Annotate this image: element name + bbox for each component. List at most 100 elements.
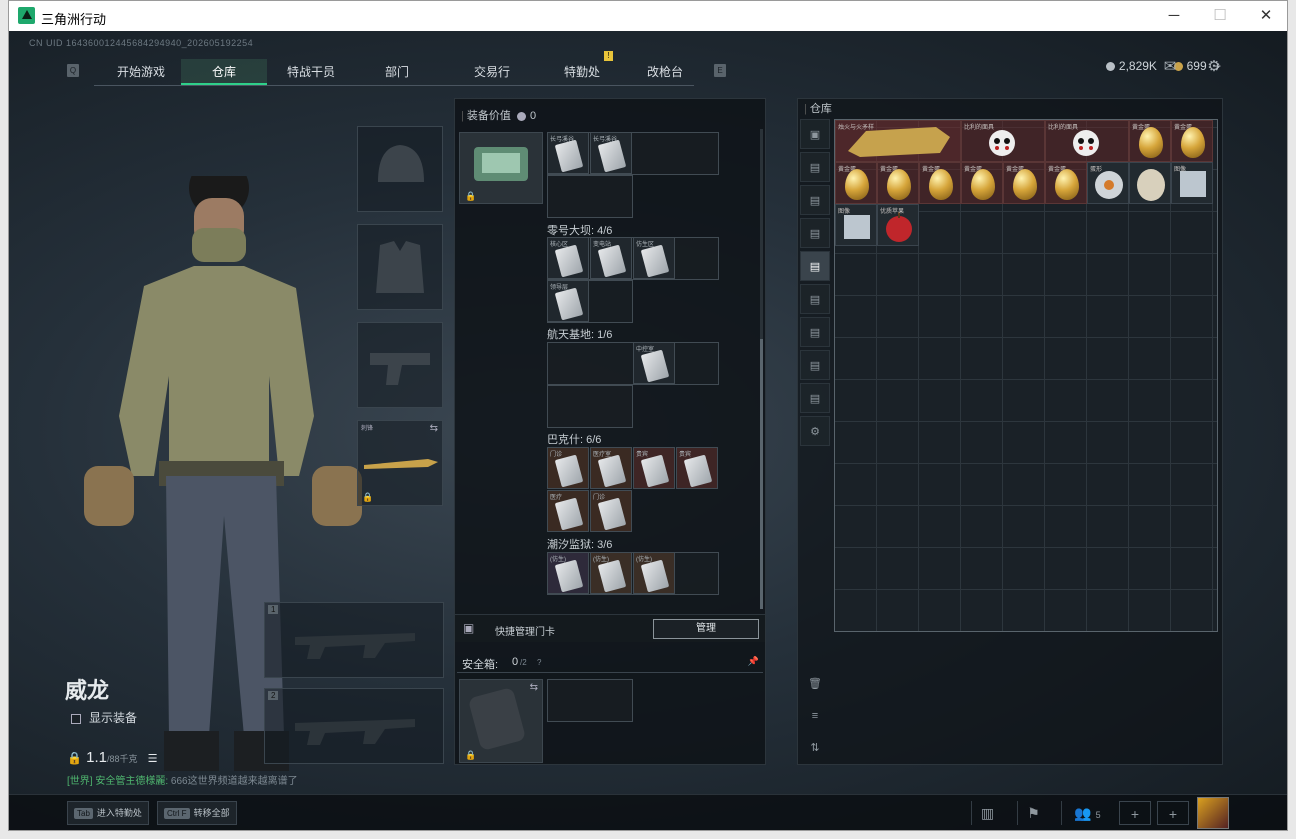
- stash-item[interactable]: 黄金蛋: [961, 162, 1003, 204]
- keycard-item[interactable]: 中控室: [633, 342, 675, 384]
- stash-tab-2[interactable]: ▤: [800, 152, 830, 182]
- keycard-item[interactable]: 长弓溪谷: [590, 132, 632, 174]
- close-button[interactable]: ✕: [1243, 1, 1287, 31]
- ctrl-f-key-hint: Ctrl F: [164, 808, 190, 819]
- map-name: 零号大坝: [547, 225, 591, 237]
- stash-item[interactable]: 黄金蛋: [1171, 120, 1213, 162]
- sort-icon[interactable]: ⇅: [800, 733, 830, 763]
- pin-icon[interactable]: 📌: [748, 656, 759, 667]
- keycard-item[interactable]: 长弓溪谷: [547, 132, 589, 174]
- keycard-item[interactable]: 仿生区: [633, 237, 675, 279]
- keycard-item[interactable]: (仿生): [633, 552, 675, 594]
- stash-tab-4[interactable]: ▤: [800, 218, 830, 248]
- list-icon[interactable]: ☰: [148, 753, 158, 765]
- help-icon[interactable]: ?: [537, 658, 541, 667]
- card-label: (仿生): [593, 557, 609, 563]
- keycard-item[interactable]: 贵宾: [676, 447, 718, 489]
- layers-icon[interactable]: ≡: [800, 701, 830, 731]
- stash-tab-9[interactable]: ▤: [800, 383, 830, 413]
- keycard-item[interactable]: 贵宾: [633, 447, 675, 489]
- trash-icon[interactable]: 🗑: [800, 669, 830, 699]
- transfer-all-label: 转移全部: [193, 808, 230, 818]
- tab-special-ops[interactable]: 特勤处: [537, 59, 627, 85]
- golden-egg-icon: [845, 169, 869, 200]
- stash-item[interactable]: 蛋形: [1087, 162, 1129, 204]
- tab-operators[interactable]: 特战干员: [269, 59, 353, 85]
- transfer-all-button[interactable]: Ctrl F 转移全部: [157, 801, 237, 825]
- keycard-item[interactable]: 医疗室: [590, 447, 632, 489]
- keycard-holder-slot[interactable]: 🔒: [459, 132, 543, 204]
- primary-weapon-slot-2[interactable]: 2: [264, 688, 444, 764]
- stash-item[interactable]: 黄金蛋: [877, 162, 919, 204]
- add-teammate-button-1[interactable]: +: [1119, 801, 1151, 825]
- stash-item[interactable]: 比利的面具: [961, 120, 1045, 162]
- stash-item[interactable]: 图像: [835, 204, 877, 246]
- map-name: 巴克什: [547, 434, 580, 446]
- mail-icon[interactable]: ✉: [1161, 57, 1179, 75]
- stash-grid[interactable]: 烛火与火矛样 比利的面具 比利的面具 黄金蛋 黄金蛋 黄金蛋 黄金蛋 黄金蛋 黄…: [834, 119, 1218, 632]
- helmet-icon: [378, 145, 424, 182]
- keycard-item[interactable]: (仿生): [590, 552, 632, 594]
- swap-icon[interactable]: ⇆: [430, 423, 438, 434]
- flag-icon[interactable]: ⚑: [1017, 801, 1049, 825]
- stash-tab-7[interactable]: ▤: [800, 317, 830, 347]
- stash-tab-all[interactable]: ▣: [800, 119, 830, 149]
- keycard-icon: [640, 349, 670, 383]
- manage-button[interactable]: 管理: [653, 619, 759, 639]
- keycard-item[interactable]: (仿生): [547, 552, 589, 594]
- stash-tab-6[interactable]: ▤: [800, 284, 830, 314]
- stash-tab-8[interactable]: ▤: [800, 350, 830, 380]
- enter-special-ops-button[interactable]: Tab 进入特勤处: [67, 801, 149, 825]
- keycard-item[interactable]: 医疗: [547, 490, 589, 532]
- tab-start-game[interactable]: 开始游戏: [97, 59, 185, 85]
- swap-icon[interactable]: ⇆: [530, 682, 538, 693]
- e-key-hint: E: [714, 64, 726, 77]
- pistol-slot[interactable]: [357, 322, 443, 408]
- minimize-button[interactable]: ─: [1151, 1, 1197, 31]
- melee-slot[interactable]: 刺锋 ⇆ 🔒: [357, 420, 443, 506]
- add-teammate-button-2[interactable]: +: [1157, 801, 1189, 825]
- keycard-item[interactable]: 门诊: [590, 490, 632, 532]
- stash-settings-icon[interactable]: ⚙: [800, 416, 830, 446]
- stash-item[interactable]: 比利的面具: [1045, 120, 1129, 162]
- keycard-item[interactable]: 变电站: [590, 237, 632, 279]
- stash-item[interactable]: 黄金蛋: [919, 162, 961, 204]
- checkbox-icon[interactable]: [71, 713, 81, 724]
- stash-item[interactable]: [1129, 162, 1171, 204]
- map-name: 航天基地: [547, 329, 591, 341]
- silver-coin-icon: [1105, 62, 1115, 72]
- armor-slot[interactable]: [357, 224, 443, 310]
- stash-item[interactable]: 黄金蛋: [1045, 162, 1087, 204]
- show-equipment-toggle[interactable]: 显示装备: [71, 709, 137, 726]
- stash-item[interactable]: 黄金蛋: [1003, 162, 1045, 204]
- primary-weapon-slot-1[interactable]: 1: [264, 602, 444, 678]
- stash-item[interactable]: 优质苹果: [877, 204, 919, 246]
- stash-item[interactable]: 烛火与火矛样: [835, 120, 961, 162]
- maximize-button[interactable]: ☐: [1197, 1, 1243, 31]
- world-chat[interactable]: [世界] 安全管主德様麗: 666这世界频道越来越离谱了: [67, 772, 298, 787]
- stats-chart-icon[interactable]: ▥: [971, 801, 1003, 825]
- safebox-slot[interactable]: ⇆ 🔒: [459, 679, 543, 763]
- tab-department[interactable]: 部门: [362, 59, 432, 85]
- stash-item[interactable]: 黄金蛋: [1129, 120, 1171, 162]
- keycard-item[interactable]: 门诊: [547, 447, 589, 489]
- tab-gunsmith[interactable]: 改枪台: [625, 59, 705, 85]
- stash-tab-5[interactable]: ▤: [800, 251, 830, 281]
- golden-egg-icon: [1139, 127, 1163, 158]
- stash-item[interactable]: 图像: [1171, 162, 1213, 204]
- player-avatar[interactable]: [1197, 797, 1229, 829]
- keycard-item[interactable]: 核心区: [547, 237, 589, 279]
- tab-warehouse[interactable]: 仓库: [181, 59, 267, 85]
- keycard-icon: ▣: [463, 621, 475, 635]
- stash-tab-3[interactable]: ▤: [800, 185, 830, 215]
- helmet-slot[interactable]: [357, 126, 443, 212]
- stash-item[interactable]: 黄金蛋: [835, 162, 877, 204]
- friends-button[interactable]: 👥 5: [1061, 801, 1113, 825]
- tab-trading[interactable]: 交易行: [447, 59, 537, 85]
- golden-egg-icon: [929, 169, 953, 200]
- settings-gear-icon[interactable]: ⚙: [1205, 57, 1223, 75]
- egg-speckled-icon: [1137, 169, 1165, 201]
- safebox-grid[interactable]: [547, 679, 633, 722]
- scrollbar[interactable]: [760, 129, 763, 609]
- keycard-item[interactable]: 领导层: [547, 280, 589, 322]
